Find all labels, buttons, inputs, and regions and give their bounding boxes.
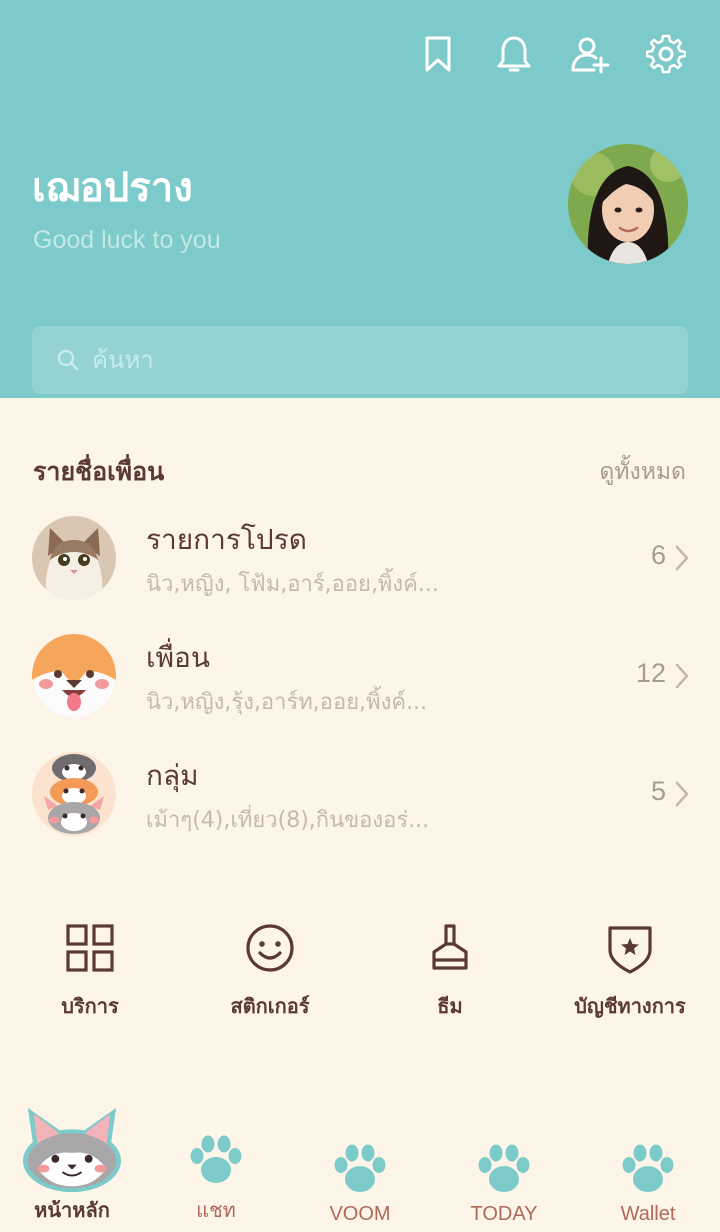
nav-label: Wallet xyxy=(620,1203,676,1225)
search-input[interactable] xyxy=(92,346,652,374)
row-subtitle: นิว,หญิง,รุ้ง,อาร์ท,ออย,พิ้งค์... xyxy=(146,690,428,715)
paw-icon xyxy=(478,1144,530,1192)
favorites-row[interactable]: รายการโปรด นิว,หญิง, โฟ้ม,อาร์,ออย,พิ้งค… xyxy=(0,516,720,626)
row-subtitle: นิว,หญิง, โฟ้ม,อาร์,ออย,พิ้งค์... xyxy=(146,572,439,597)
service-label: บัญชีทางการ xyxy=(574,994,686,1018)
paw-icon xyxy=(622,1144,674,1192)
services-shortcuts: บริการ สติกเกอร์ ธีม บัญชีทางการ xyxy=(0,920,720,1040)
chevron-right-icon xyxy=(675,663,689,689)
row-title: รายการโปรด xyxy=(146,523,307,556)
smiley-icon xyxy=(246,924,294,972)
friends-section-title: รายชื่อเพื่อน xyxy=(33,457,165,486)
profile-name[interactable]: เฌอปราง xyxy=(32,160,193,216)
profile-avatar[interactable] xyxy=(568,144,688,264)
service-label: ธีม xyxy=(437,994,463,1018)
dog-thumbnail xyxy=(32,634,116,718)
row-title: กลุ่ม xyxy=(146,759,199,792)
bookmark-icon[interactable] xyxy=(418,32,458,76)
row-count: 12 xyxy=(635,658,666,688)
nav-chat[interactable]: แชท xyxy=(144,1100,288,1232)
nav-wallet[interactable]: Wallet xyxy=(576,1100,720,1232)
chevron-right-icon xyxy=(675,545,689,571)
groups-row[interactable]: กลุ่ม เม้าๆ(4),เที่ยว(8),กินของอร่... 5 xyxy=(0,752,720,862)
row-count: 5 xyxy=(650,776,666,806)
nav-today[interactable]: TODAY xyxy=(432,1100,576,1232)
see-all-link[interactable]: ดูทั้งหมด xyxy=(599,454,686,490)
search-bar[interactable] xyxy=(32,326,688,394)
themes-button[interactable]: ธีม xyxy=(360,920,540,1022)
bottom-navigation: หน้าหลัก แชท VOOM TODAY Wallet xyxy=(0,1100,720,1232)
nav-label: VOOM xyxy=(329,1203,391,1225)
nav-label: TODAY xyxy=(470,1203,538,1225)
service-label: สติกเกอร์ xyxy=(230,994,310,1018)
nav-home[interactable]: หน้าหลัก xyxy=(0,1100,144,1232)
search-icon xyxy=(57,349,79,371)
stickers-button[interactable]: สติกเกอร์ xyxy=(180,920,360,1022)
service-label: บริการ xyxy=(61,994,119,1018)
paw-icon xyxy=(190,1135,242,1183)
official-accounts-button[interactable]: บัญชีทางการ xyxy=(540,920,720,1022)
shield-star-icon xyxy=(608,926,652,974)
brush-icon xyxy=(432,924,468,970)
row-subtitle: เม้าๆ(4),เที่ยว(8),กินของอร่... xyxy=(146,808,430,833)
header-toolbar xyxy=(418,32,686,76)
services-button[interactable]: บริการ xyxy=(0,920,180,1022)
corgi-icon xyxy=(23,1107,121,1193)
profile-header: เฌอปราง Good luck to you xyxy=(0,0,720,398)
nav-label: แชท xyxy=(196,1200,236,1222)
nav-label: หน้าหลัก xyxy=(34,1200,110,1222)
add-friend-icon[interactable] xyxy=(570,32,610,76)
paw-icon xyxy=(334,1144,386,1192)
cat-thumbnail xyxy=(32,516,116,600)
group-thumbnail xyxy=(32,752,116,836)
chevron-right-icon xyxy=(675,781,689,807)
row-count: 6 xyxy=(650,540,666,570)
friends-row[interactable]: เพื่อน นิว,หญิง,รุ้ง,อาร์ท,ออย,พิ้งค์...… xyxy=(0,634,720,744)
bell-icon[interactable] xyxy=(494,32,534,76)
status-message[interactable]: Good luck to you xyxy=(33,226,221,255)
grid-icon xyxy=(66,924,114,972)
nav-voom[interactable]: VOOM xyxy=(288,1100,432,1232)
gear-icon[interactable] xyxy=(646,32,686,76)
row-title: เพื่อน xyxy=(146,641,210,674)
